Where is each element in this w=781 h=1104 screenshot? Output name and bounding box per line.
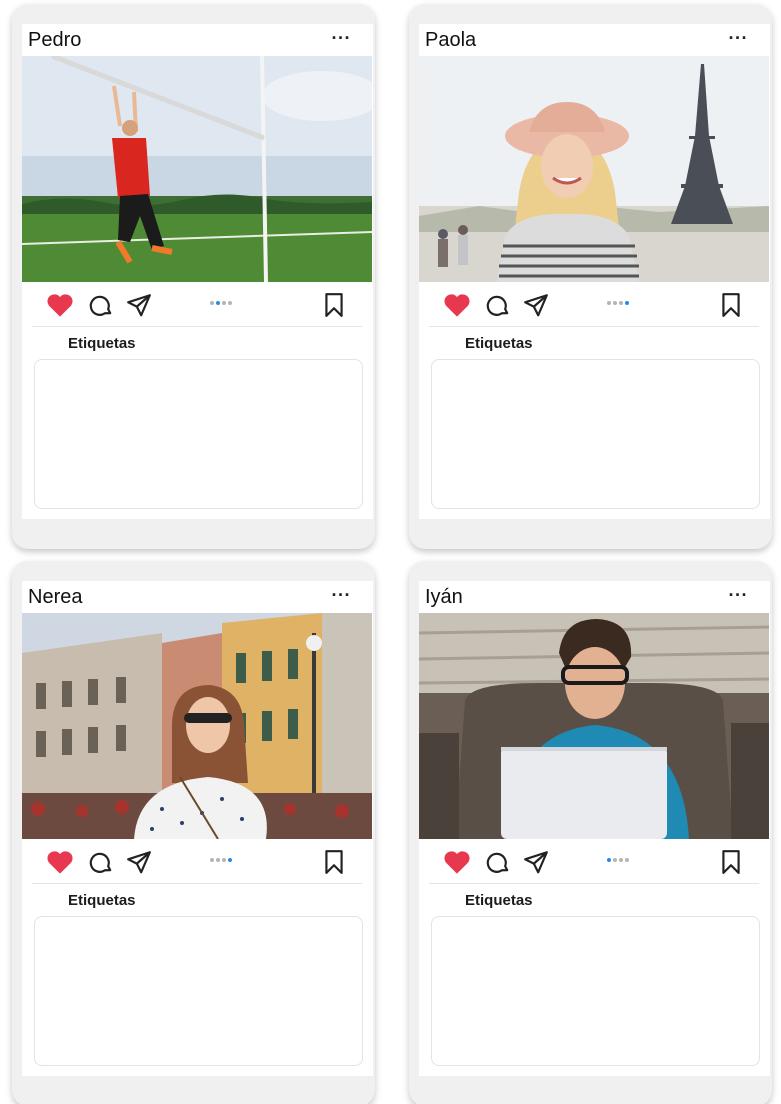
- carousel-dot: [625, 858, 629, 862]
- carousel-indicator: [210, 301, 232, 305]
- post-username[interactable]: Pedro: [28, 28, 81, 52]
- carousel-dot-active: [607, 858, 611, 862]
- carousel-indicator: [210, 858, 232, 862]
- divider: [429, 883, 759, 884]
- photo-paola-eiffel: [419, 56, 769, 282]
- post-photo[interactable]: [22, 613, 372, 839]
- carousel-dot: [210, 858, 214, 862]
- post-username[interactable]: Nerea: [28, 585, 82, 609]
- tags-label: Etiquetas: [68, 892, 136, 909]
- carousel-dot-active: [625, 301, 629, 305]
- tags-label: Etiquetas: [68, 335, 136, 352]
- send-icon[interactable]: [126, 292, 152, 318]
- post-username[interactable]: Iyán: [425, 585, 463, 609]
- divider: [429, 326, 759, 327]
- tags-input[interactable]: [431, 916, 760, 1066]
- heart-icon[interactable]: [46, 292, 74, 318]
- carousel-dot: [228, 301, 232, 305]
- carousel-dot: [222, 301, 226, 305]
- carousel-indicator: [607, 301, 629, 305]
- tags-input[interactable]: [34, 359, 363, 509]
- carousel-dot: [607, 301, 611, 305]
- bookmark-icon[interactable]: [719, 849, 743, 875]
- send-icon[interactable]: [126, 849, 152, 875]
- post-photo[interactable]: [419, 56, 769, 282]
- bookmark-icon[interactable]: [719, 292, 743, 318]
- carousel-dot: [210, 301, 214, 305]
- post-card-nerea: Nerea ··· Etiquetas: [12, 561, 375, 1104]
- post-photo[interactable]: [419, 613, 769, 839]
- heart-icon[interactable]: [443, 292, 471, 318]
- send-icon[interactable]: [523, 292, 549, 318]
- post-card-iyan: Iyán ··· Etiquetas: [409, 561, 772, 1104]
- tags-input[interactable]: [34, 916, 363, 1066]
- carousel-dot: [619, 858, 623, 862]
- photo-nerea-plaza: [22, 613, 372, 839]
- post-photo[interactable]: [22, 56, 372, 282]
- heart-icon[interactable]: [46, 849, 74, 875]
- bookmark-icon[interactable]: [322, 292, 346, 318]
- photo-iyan-laptop: [419, 613, 769, 839]
- divider: [32, 326, 362, 327]
- post-card-pedro: Pedro ··· Etiquetas: [12, 4, 375, 549]
- tags-label: Etiquetas: [465, 892, 533, 909]
- carousel-dot-active: [216, 301, 220, 305]
- post-username[interactable]: Paola: [425, 28, 476, 52]
- bookmark-icon[interactable]: [322, 849, 346, 875]
- carousel-dot: [222, 858, 226, 862]
- post-card-paola: Paola ··· Etiquetas: [409, 4, 772, 549]
- comment-icon[interactable]: [88, 849, 114, 875]
- send-icon[interactable]: [523, 849, 549, 875]
- more-icon[interactable]: ···: [332, 29, 351, 47]
- carousel-dot: [619, 301, 623, 305]
- comment-icon[interactable]: [485, 849, 511, 875]
- carousel-dot-active: [228, 858, 232, 862]
- divider: [32, 883, 362, 884]
- carousel-indicator: [607, 858, 629, 862]
- tags-label: Etiquetas: [465, 335, 533, 352]
- post-actions: [419, 284, 770, 326]
- tags-input[interactable]: [431, 359, 760, 509]
- post-actions: [22, 841, 373, 883]
- heart-icon[interactable]: [443, 849, 471, 875]
- carousel-dot: [613, 301, 617, 305]
- photo-pedro-goalpost: [22, 56, 372, 282]
- comment-icon[interactable]: [88, 292, 114, 318]
- more-icon[interactable]: ···: [332, 586, 351, 604]
- carousel-dot: [216, 858, 220, 862]
- comment-icon[interactable]: [485, 292, 511, 318]
- carousel-dot: [613, 858, 617, 862]
- post-actions: [22, 284, 373, 326]
- post-actions: [419, 841, 770, 883]
- more-icon[interactable]: ···: [729, 29, 748, 47]
- more-icon[interactable]: ···: [729, 586, 748, 604]
